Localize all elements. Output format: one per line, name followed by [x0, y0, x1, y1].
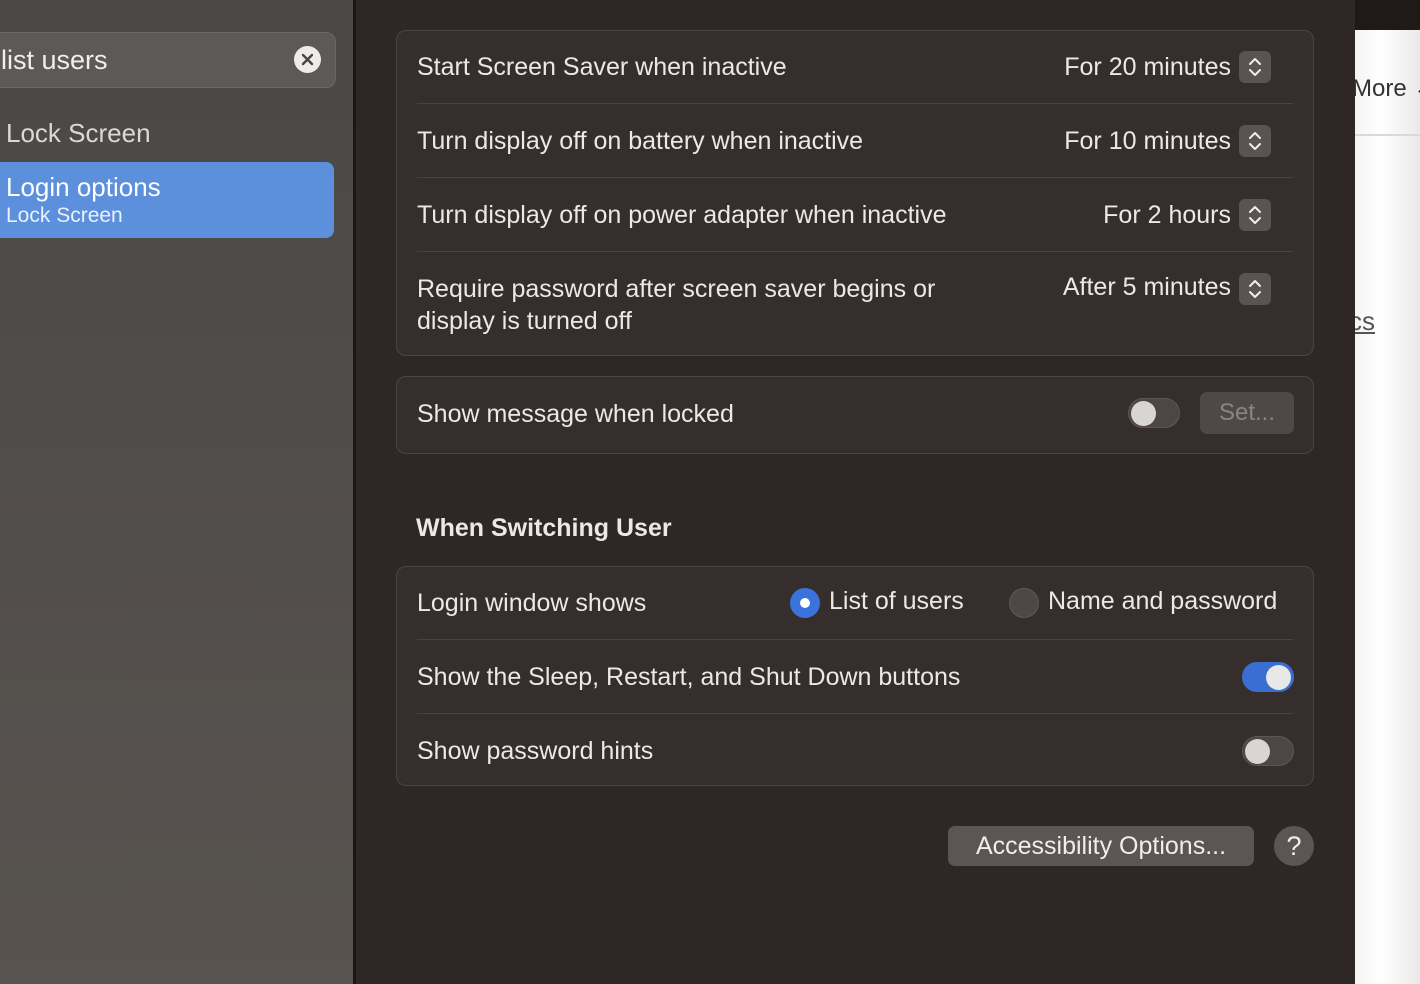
require-password-value[interactable]: After 5 minutes [1063, 273, 1231, 302]
screen-saver-label: Start Screen Saver when inactive [417, 53, 787, 81]
clear-search-icon[interactable] [294, 46, 321, 73]
screen-saver-stepper[interactable] [1239, 51, 1271, 83]
adapter-display-label: Turn display off on power adapter when i… [417, 201, 947, 229]
password-hints-label: Show password hints [417, 737, 654, 765]
toggle-knob [1266, 665, 1291, 690]
more-menu[interactable]: More ⌄ [1355, 74, 1420, 103]
sidebar-item-login-options[interactable]: Login options Lock Screen [0, 162, 334, 238]
require-password-label-line2: display is turned off [417, 307, 632, 335]
divider [417, 103, 1293, 104]
background-window-content: More ⌄ cs [1355, 0, 1420, 984]
screen-saver-value[interactable]: For 20 minutes [1064, 53, 1231, 82]
adapter-display-row: Turn display off on power adapter when i… [417, 199, 1293, 231]
require-password-stepper[interactable] [1239, 273, 1271, 305]
adapter-display-stepper[interactable] [1239, 199, 1271, 231]
toggle-knob [1131, 401, 1156, 426]
sidebar-item-sublabel: Lock Screen [6, 204, 123, 227]
set-message-button[interactable]: Set... [1200, 392, 1294, 434]
show-message-toggle[interactable] [1128, 398, 1180, 428]
require-password-label-line1: Require password after screen saver begi… [417, 275, 936, 303]
sidebar-divider [353, 0, 356, 984]
background-link[interactable]: cs [1355, 306, 1375, 337]
radio-list-of-users[interactable] [790, 588, 820, 618]
require-password-row: Require password after screen saver begi… [417, 273, 1293, 337]
divider [417, 251, 1293, 252]
radio-name-and-password-label[interactable]: Name and password [1048, 587, 1277, 616]
divider [417, 713, 1293, 714]
battery-display-label: Turn display off on battery when inactiv… [417, 127, 864, 155]
login-window-label: Login window shows [417, 589, 647, 617]
sleep-restart-label: Show the Sleep, Restart, and Shut Down b… [417, 663, 961, 691]
message-card: Show message when locked Set... [396, 376, 1314, 454]
screen-saver-row: Start Screen Saver when inactive For 20 … [417, 51, 1293, 83]
radio-list-of-users-label[interactable]: List of users [829, 587, 964, 616]
search-field[interactable]: list users [0, 32, 336, 88]
accessibility-options-button[interactable]: Accessibility Options... [948, 826, 1254, 866]
password-hints-row: Show password hints [417, 735, 1293, 767]
password-hints-toggle[interactable] [1242, 736, 1294, 766]
battery-display-stepper[interactable] [1239, 125, 1271, 157]
chevron-down-icon: ⌄ [1413, 75, 1420, 102]
sidebar-item-lock-screen[interactable]: Lock Screen [6, 118, 151, 149]
toggle-knob [1245, 739, 1270, 764]
lock-settings-card: Start Screen Saver when inactive For 20 … [396, 30, 1314, 356]
battery-display-value[interactable]: For 10 minutes [1064, 127, 1231, 156]
search-input[interactable]: list users [1, 45, 108, 76]
adapter-display-value[interactable]: For 2 hours [1103, 201, 1231, 230]
radio-name-and-password[interactable] [1009, 588, 1039, 618]
help-button[interactable]: ? [1274, 826, 1314, 866]
require-password-label: Require password after screen saver begi… [417, 273, 935, 337]
divider [417, 177, 1293, 178]
divider [417, 639, 1293, 640]
more-menu-label: More [1355, 75, 1407, 102]
sleep-restart-row: Show the Sleep, Restart, and Shut Down b… [417, 661, 1293, 693]
sidebar-item-label: Login options [6, 172, 161, 202]
switching-user-card: Login window shows List of users Name an… [396, 566, 1314, 786]
battery-display-row: Turn display off on battery when inactiv… [417, 125, 1293, 157]
sleep-restart-toggle[interactable] [1242, 662, 1294, 692]
show-message-label: Show message when locked [417, 400, 734, 428]
section-title: When Switching User [416, 514, 672, 542]
